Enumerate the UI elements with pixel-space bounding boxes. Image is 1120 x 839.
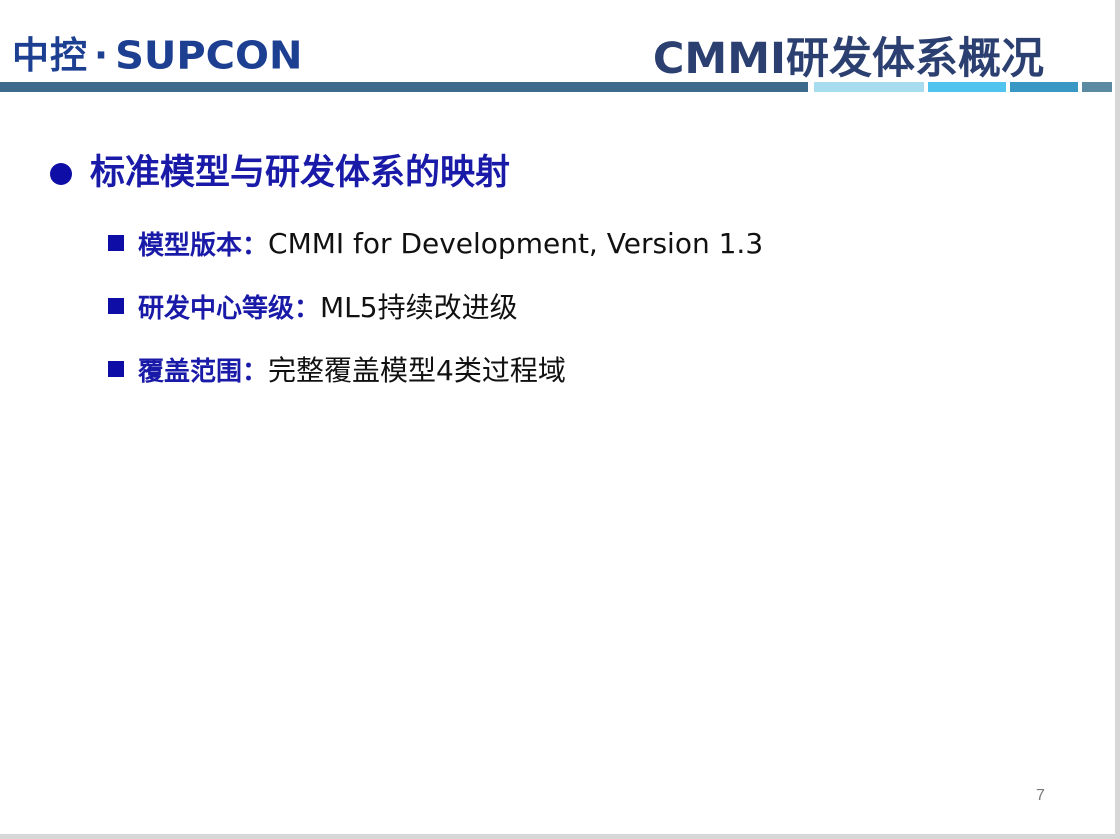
list-item: 研发中心等级： ML5持续改进级 <box>108 283 763 329</box>
logo-en-text: SUPCON <box>115 34 303 78</box>
item-label: 覆盖范围： <box>138 356 269 387</box>
logo-separator: · <box>94 34 110 77</box>
right-border <box>1115 0 1120 839</box>
slide-title: CMMI研发体系概况 <box>652 34 1044 84</box>
item-label: 研发中心等级： <box>138 293 321 324</box>
bar-segment-light <box>814 82 924 92</box>
square-bullet-icon <box>108 298 124 314</box>
logo-cn-text: 中控 <box>12 34 88 77</box>
list-item: 模型版本： CMMI for Development, Version 1.3 <box>108 220 763 266</box>
bottom-border <box>0 834 1120 839</box>
bar-segment-end <box>1082 82 1112 92</box>
item-label: 模型版本： <box>138 230 269 261</box>
list-item: 覆盖范围： 完整覆盖模型4类过程域 <box>108 346 763 392</box>
slide: 中控 · SUPCON CMMI研发体系概况 标准模型与研发体系的映射 模型版本… <box>0 0 1120 839</box>
header-divider-bar <box>0 82 1112 92</box>
item-value: 完整覆盖模型4类过程域 <box>268 354 566 387</box>
round-bullet-icon <box>50 163 72 185</box>
bar-segment-dark <box>0 82 808 92</box>
square-bullet-icon <box>108 235 124 251</box>
main-bullet-text: 标准模型与研发体系的映射 <box>90 153 511 193</box>
item-value: ML5持续改进级 <box>320 291 518 324</box>
page-number: 7 <box>1036 787 1045 804</box>
bar-segment-cyan <box>928 82 1006 92</box>
main-bullet: 标准模型与研发体系的映射 <box>50 148 510 198</box>
item-value: CMMI for Development, Version 1.3 <box>268 226 764 260</box>
square-bullet-icon <box>108 361 124 377</box>
sub-bullet-list: 模型版本： CMMI for Development, Version 1.3 … <box>108 220 763 409</box>
bar-segment-blue <box>1010 82 1078 92</box>
supcon-logo: 中控 · SUPCON <box>12 34 303 78</box>
